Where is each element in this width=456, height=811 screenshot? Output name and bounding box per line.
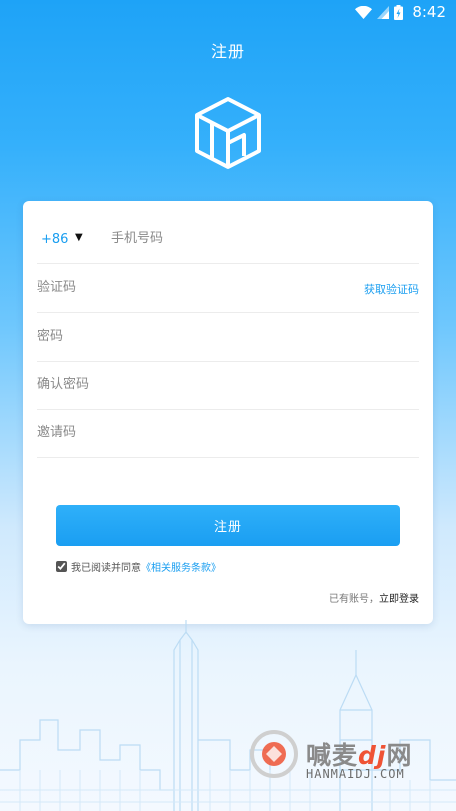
watermark-brand-accent: dj — [358, 741, 387, 770]
caret-down-icon[interactable]: ▼ — [75, 232, 83, 243]
agreement-row: 我已阅读并同意 《相关服务条款》 — [56, 558, 221, 574]
phone-row: +86 ▼ — [37, 215, 419, 264]
status-time: 8:42 — [412, 3, 446, 21]
register-button[interactable]: 注册 — [56, 505, 400, 546]
password-input[interactable] — [37, 323, 337, 349]
verification-code-input[interactable] — [37, 274, 337, 300]
password-row — [37, 313, 419, 362]
signal-icon — [377, 5, 390, 19]
verification-code-row: 获取验证码 — [37, 264, 419, 313]
invite-code-input[interactable] — [37, 419, 337, 445]
register-card: +86 ▼ 获取验证码 注册 我已阅读并同意 《相关服务条款》 已有账号，立即登… — [23, 201, 433, 624]
get-code-button[interactable]: 获取验证码 — [364, 281, 419, 297]
status-bar: 8:42 — [0, 0, 456, 24]
agreement-checkbox[interactable] — [56, 560, 67, 572]
battery-icon — [394, 4, 404, 20]
page-title: 注册 — [210, 42, 245, 61]
login-link[interactable]: 立即登录 — [379, 594, 419, 605]
box-logo-icon — [195, 97, 261, 169]
login-row: 已有账号，立即登录 — [329, 590, 419, 605]
wifi-icon — [355, 5, 373, 19]
confirm-password-row — [37, 361, 419, 410]
terms-link[interactable]: 《相关服务条款》 — [141, 559, 221, 574]
login-prompt: 已有账号， — [329, 594, 379, 605]
country-code-select[interactable]: +86 — [41, 232, 68, 247]
watermark-brand-main: 喊麦 — [306, 741, 359, 770]
watermark-brand-suffix: 网 — [386, 741, 413, 770]
phone-input[interactable] — [111, 225, 411, 251]
watermark-domain: HANMAIDJ.COM — [306, 767, 405, 781]
confirm-password-input[interactable] — [37, 371, 337, 397]
status-icons: 8:42 — [355, 3, 446, 21]
agreement-text: 我已阅读并同意 — [71, 562, 141, 574]
invite-code-row — [37, 409, 419, 458]
